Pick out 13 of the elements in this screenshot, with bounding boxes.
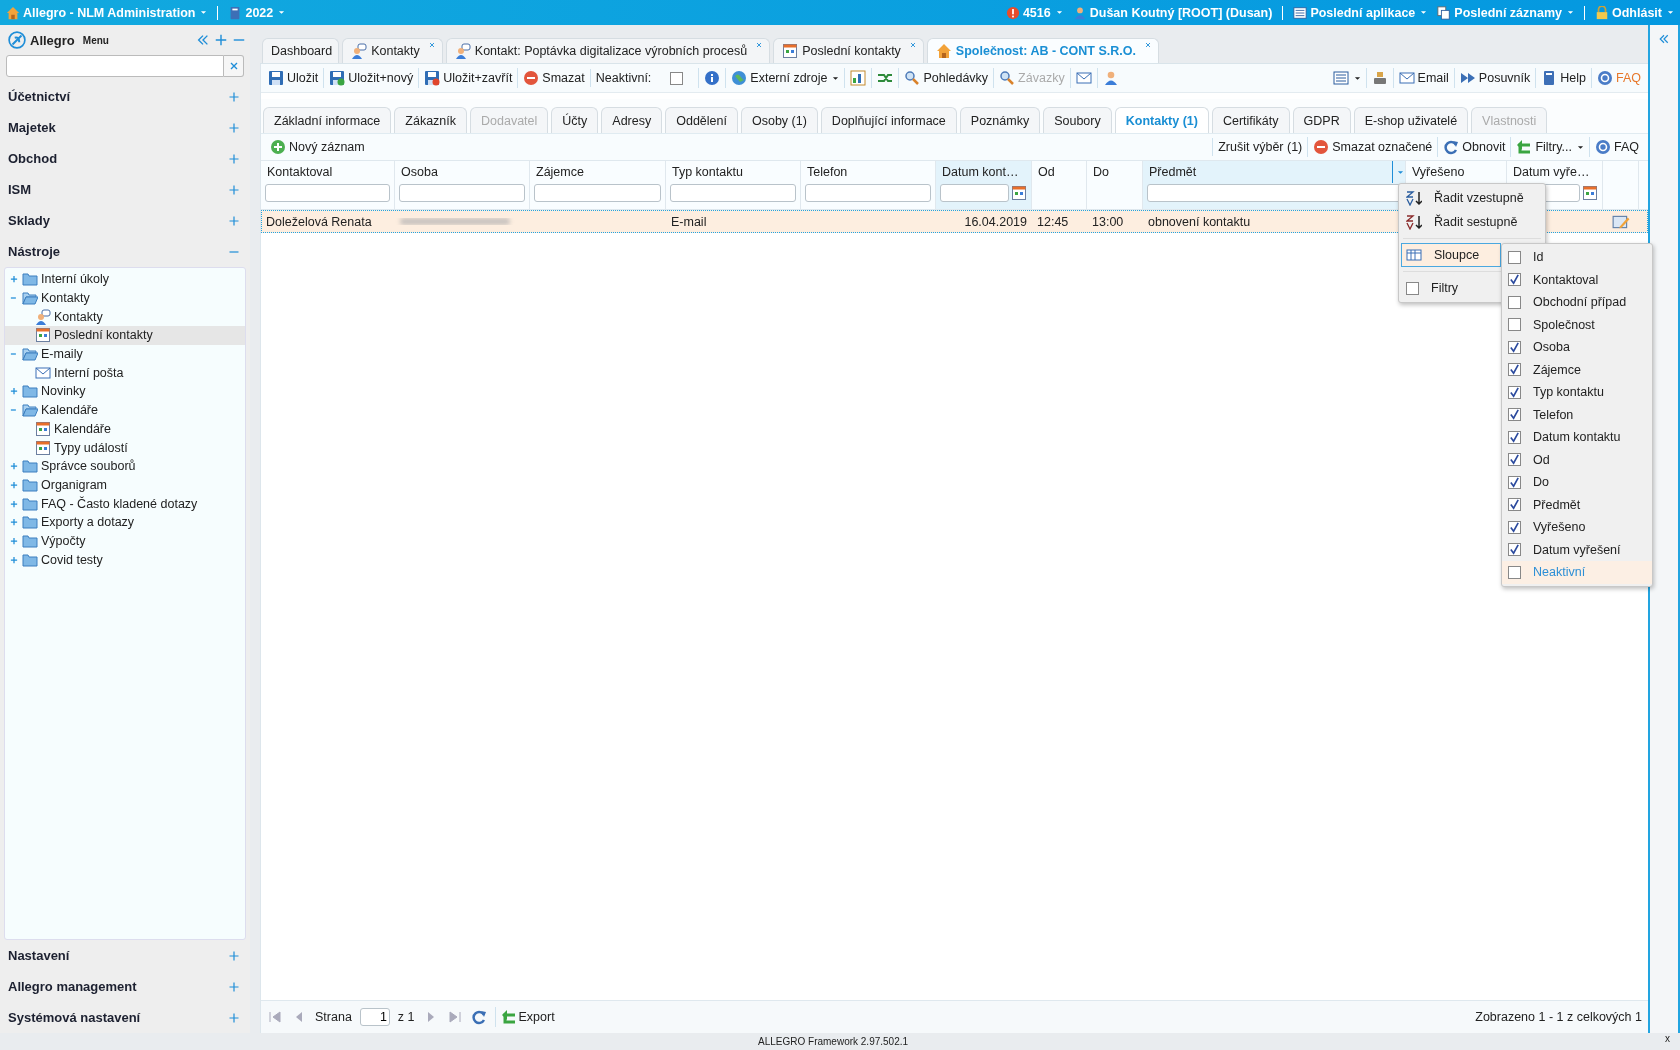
checkbox-label: Neaktivní: <box>595 71 652 85</box>
table-cell-text: 13:00 <box>1091 214 1125 229</box>
table-cell-text: 16.04.2019 <box>963 214 1028 229</box>
table-cell-text: 12:45 <box>1036 214 1070 229</box>
table-cell-text: Doleželová Renata <box>265 214 373 229</box>
record-count: Zobrazeno 1 - 1 z celkových 1 <box>1475 1010 1642 1024</box>
logo-text: Allegro <box>30 32 75 48</box>
version-text: ALLEGRO Framework 2.97.502.1 <box>758 1036 909 1047</box>
menu-label: Menu <box>82 34 109 46</box>
table-cell-text: obnovení kontaktu <box>1147 214 1252 229</box>
page-count: z 1 <box>397 1010 415 1024</box>
page-label: Strana <box>315 1010 352 1024</box>
table-cell-text: E-mail <box>670 214 708 229</box>
